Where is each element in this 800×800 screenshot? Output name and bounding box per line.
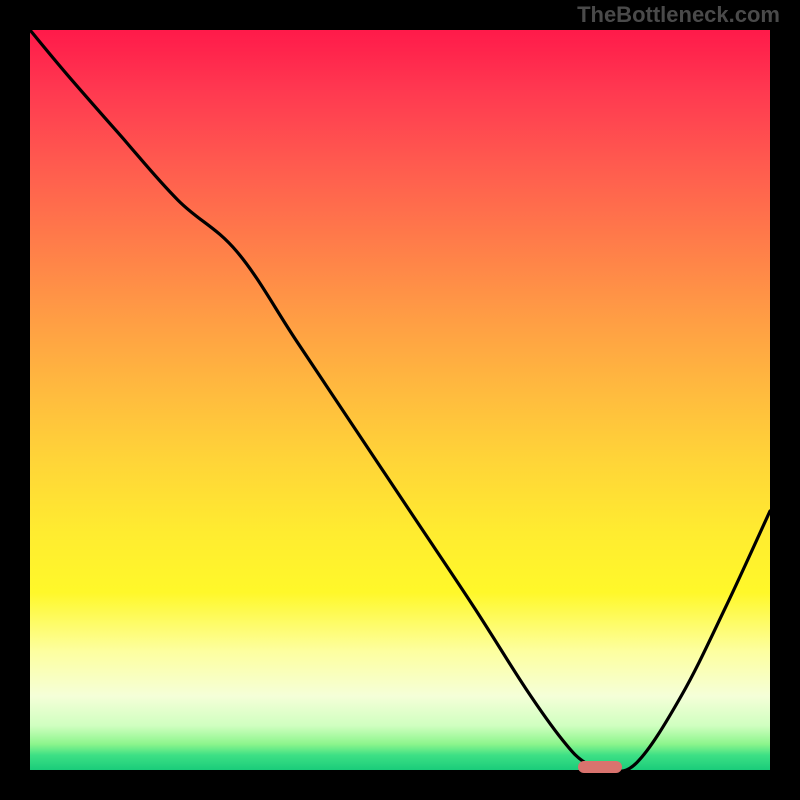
optimal-marker (578, 761, 622, 773)
watermark-text: TheBottleneck.com (577, 2, 780, 28)
curve-svg (30, 30, 770, 770)
bottleneck-curve (30, 30, 770, 770)
plot-area (30, 30, 770, 770)
